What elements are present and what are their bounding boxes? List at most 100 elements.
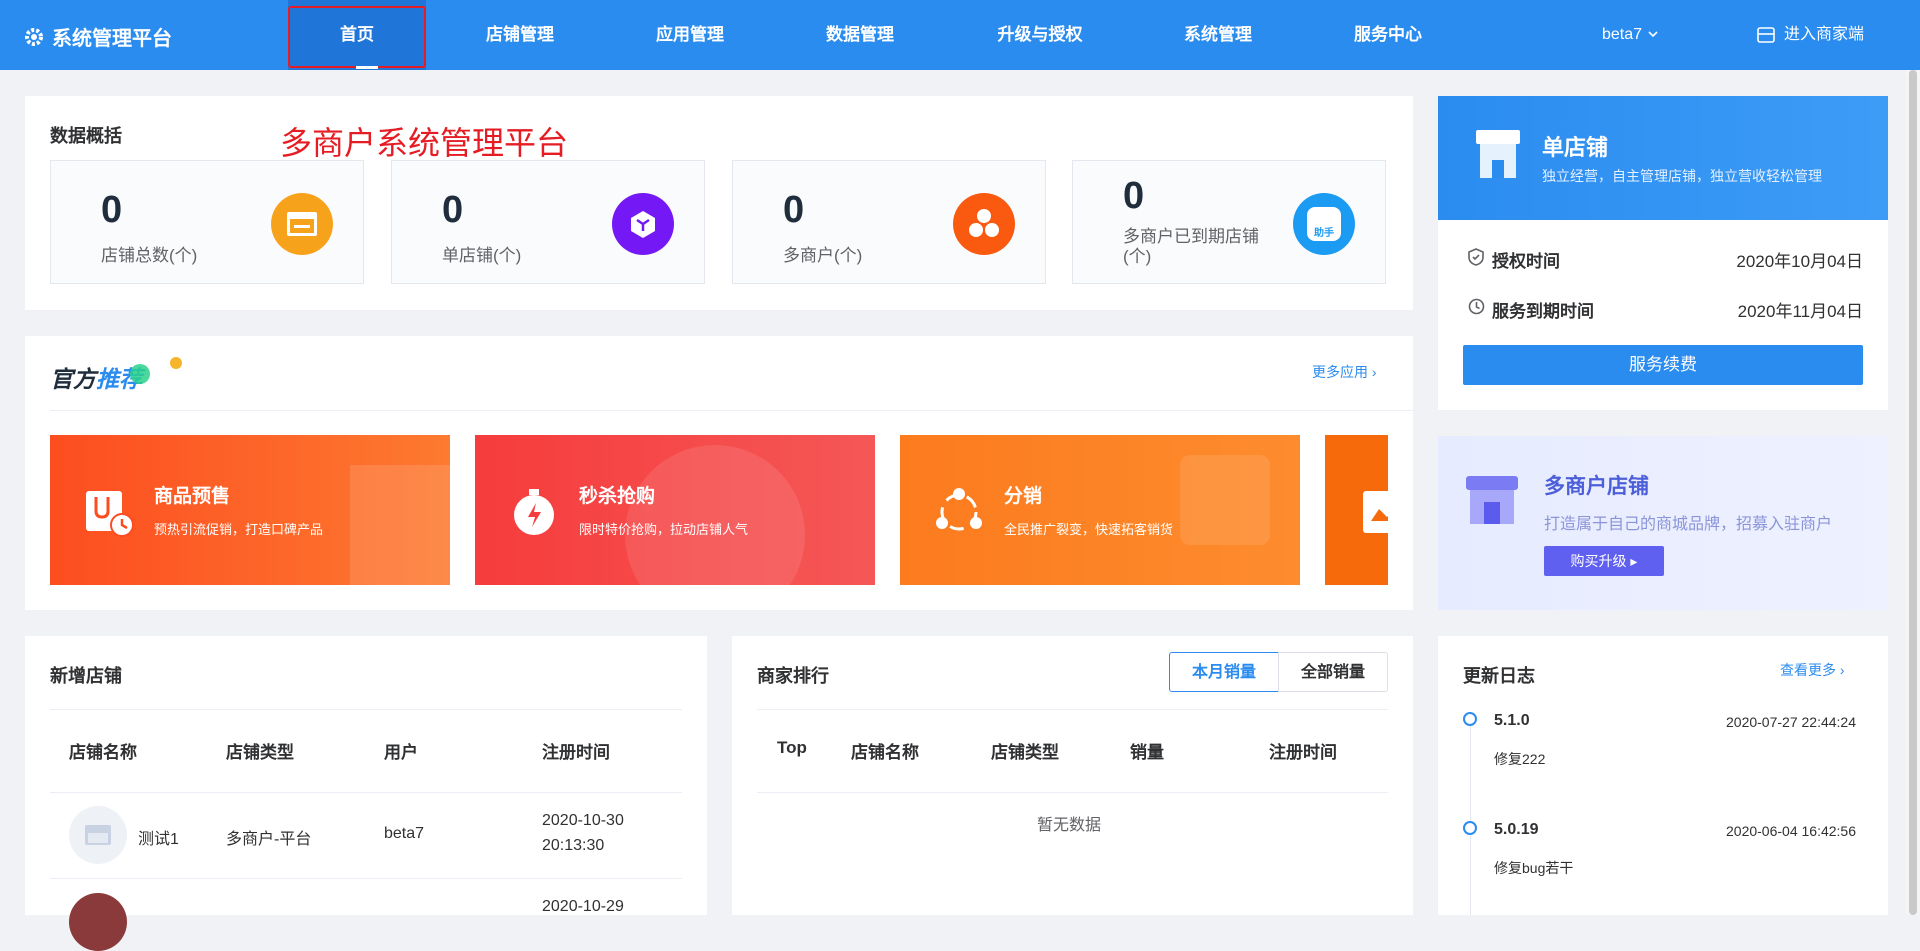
divider (50, 709, 682, 710)
timeline-dot (1463, 712, 1477, 726)
log-time: 2020-06-04 16:42:56 (1726, 823, 1856, 839)
nav-home-highlight-box (288, 6, 426, 68)
new-stores-card: 新增店铺 店铺名称 店铺类型 用户 注册时间 测试1 多商户-平台 beta7 … (25, 636, 707, 951)
column-header: 用户 (384, 743, 418, 762)
promo-presale[interactable]: 商品预售 预热引流促销，打造口碑产品 (50, 435, 450, 585)
stopwatch-icon (514, 489, 554, 535)
more-apps-label: 更多应用 (1312, 364, 1368, 380)
avatar (69, 893, 127, 951)
recommend-title-a: 官方 (50, 366, 96, 392)
timeline-dot (1463, 821, 1477, 835)
renew-button[interactable]: 服务续费 (1463, 345, 1863, 385)
gear-icon (25, 27, 43, 46)
promo-title: 商品预售 (154, 486, 231, 507)
avatar (69, 806, 127, 864)
log-version: 5.1.0 (1494, 712, 1530, 729)
expire-time-label: 服务到期时间 (1492, 302, 1594, 321)
promo-poster[interactable] (1325, 435, 1388, 585)
tab-all-sales[interactable]: 全部销量 (1278, 652, 1388, 692)
nav-upgrade-license[interactable]: 升级与授权 (985, 0, 1095, 70)
top-navbar: 系统管理平台 首页 店铺管理 应用管理 数据管理 升级与授权 系统管理 服务中心… (0, 0, 1920, 70)
timeline-line (1470, 720, 1471, 915)
scrollbar-thumb[interactable] (1909, 70, 1917, 915)
promo-desc: 限时特价抢购，拉动店铺人气 (579, 522, 749, 537)
view-more-label: 查看更多 (1780, 662, 1836, 678)
decorative-illustration (350, 465, 450, 585)
decorative-illustration (1180, 455, 1270, 545)
changelog-card: 更新日志 查看更多 › 5.1.0 2020-07-27 22:44:24 修复… (1438, 636, 1888, 915)
stat-card-single-stores: 0 单店铺(个) (391, 160, 705, 284)
single-store-title: 单店铺 (1542, 135, 1609, 160)
multi-store-title: 多商户店铺 (1544, 475, 1649, 498)
auth-time-label: 授权时间 (1492, 252, 1560, 271)
stat-value: 0 (101, 189, 123, 231)
stat-value: 0 (783, 189, 805, 231)
presale-icon (86, 491, 134, 537)
log-version: 5.0.19 (1494, 821, 1539, 838)
log-note: 修复bug若干 (1494, 860, 1574, 876)
nav-service-center[interactable]: 服务中心 (1338, 0, 1438, 70)
store-type: 多商户-平台 (226, 831, 312, 848)
stat-label: 店铺总数(个) (101, 246, 198, 265)
dot-decoration (170, 357, 182, 369)
merchant-entry-link[interactable]: 进入商家端 (1756, 0, 1864, 70)
helper-bag-icon: 助手 (1293, 193, 1355, 255)
nav-app-management[interactable]: 应用管理 (640, 0, 740, 70)
nav-store-management[interactable]: 店铺管理 (470, 0, 570, 70)
stat-card-multi-merchant: 0 多商户(个) (732, 160, 1046, 284)
nav-data-management[interactable]: 数据管理 (810, 0, 910, 70)
merchant-entry-label: 进入商家端 (1784, 26, 1865, 43)
nav-system-management[interactable]: 系统管理 (1168, 0, 1268, 70)
stat-value: 0 (442, 189, 464, 231)
clock-icon (1468, 298, 1485, 315)
promo-title: 分销 (1004, 486, 1043, 507)
column-header: Top (777, 738, 807, 757)
brand-title: 系统管理平台 (52, 28, 172, 50)
cube-icon (612, 193, 674, 255)
log-time: 2020-07-27 22:44:24 (1726, 714, 1856, 730)
column-header: 店铺名称 (69, 743, 137, 762)
ranking-title: 商家排行 (757, 666, 829, 686)
promo-distribution[interactable]: 分销 全民推广裂变，快速拓客销货 (900, 435, 1300, 585)
page-scrollbar[interactable] (1906, 70, 1920, 915)
stat-card-expired-stores: 0 多商户已到期店铺(个) 助手 (1072, 160, 1386, 284)
brand[interactable]: 系统管理平台 (24, 22, 172, 51)
annotation-text: 多商户系统管理平台 (280, 125, 569, 161)
stat-card-total-stores: 0 店铺总数(个) (50, 160, 364, 284)
promo-flash-sale[interactable]: 秒杀抢购 限时特价抢购，拉动店铺人气 (475, 435, 875, 585)
register-date: 2020-10-30 (542, 812, 624, 829)
chevron-down-icon (1647, 31, 1658, 38)
tab-monthly-sales[interactable]: 本月销量 (1169, 652, 1279, 692)
new-stores-title: 新增店铺 (50, 666, 122, 686)
shop-icon (1757, 27, 1775, 43)
more-apps-link[interactable]: 更多应用 › (1312, 362, 1377, 382)
log-note: 修复222 (1494, 751, 1546, 767)
multi-store-icon (1466, 476, 1518, 524)
register-time: 20:13:30 (542, 837, 605, 854)
divider (50, 410, 1413, 411)
user-menu[interactable]: beta7 (1602, 0, 1659, 70)
caret-right-icon: ▸ (1630, 553, 1638, 569)
auth-time-value: 2020年10月04日 (1736, 252, 1863, 271)
column-header: 店铺名称 (851, 743, 919, 762)
overview-title: 数据概括 (50, 126, 122, 146)
decorative-illustration (625, 445, 805, 585)
share-icon (936, 488, 982, 531)
hexagons-icon (953, 193, 1015, 255)
icon-caption: 助手 (1314, 228, 1334, 239)
nav-active-indicator (356, 66, 378, 69)
dot-decoration (130, 364, 150, 384)
divider (757, 709, 1388, 710)
single-store-banner: 单店铺 独立经营，自主管理店铺，独立营收轻松管理 (1438, 96, 1888, 220)
promo-desc: 预热引流促销，打造口碑产品 (154, 522, 324, 537)
buy-upgrade-label: 购买升级 (1570, 553, 1627, 569)
expire-time-value: 2020年11月04日 (1737, 302, 1863, 321)
divider (50, 792, 682, 793)
store-icon (271, 193, 333, 255)
user-name: beta7 (1602, 26, 1643, 43)
changelog-title: 更新日志 (1463, 666, 1535, 686)
buy-upgrade-button[interactable]: 购买升级 ▸ (1544, 546, 1664, 576)
column-header: 店铺类型 (991, 743, 1059, 762)
multi-store-card: 多商户店铺 打造属于自己的商城品牌，招募入驻商户 购买升级 ▸ (1438, 436, 1888, 610)
view-more-link[interactable]: 查看更多 › (1780, 660, 1845, 680)
